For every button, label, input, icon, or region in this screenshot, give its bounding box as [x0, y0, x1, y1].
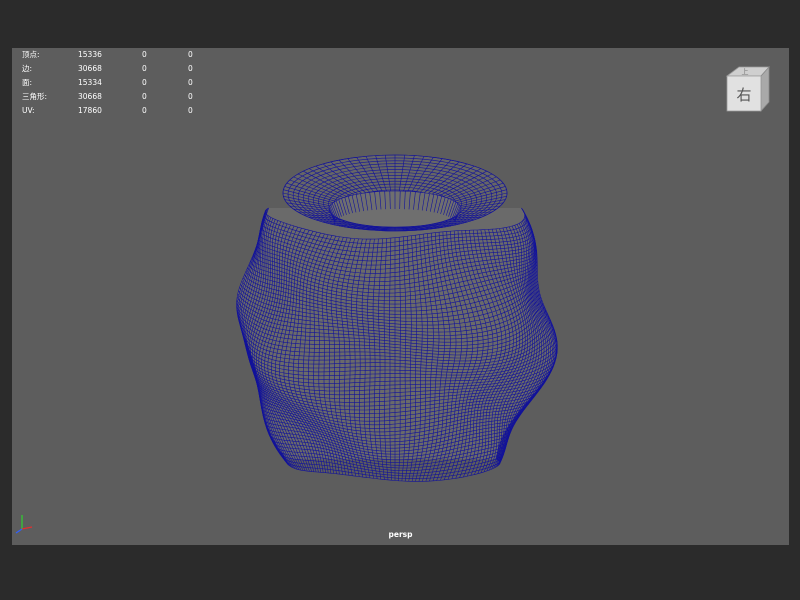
- hud-row-faces: 面: 15334 0 0: [22, 76, 212, 90]
- hud-value: 0: [188, 78, 193, 87]
- hud-label: 边:: [22, 64, 33, 73]
- wireframe-mesh-icon[interactable]: [12, 48, 789, 545]
- hud-row-vertices: 顶点: 15336 0 0: [22, 48, 212, 62]
- camera-name-label: persp: [388, 530, 413, 539]
- hud-value: 0: [142, 106, 147, 115]
- hud-value: 30668: [78, 92, 102, 101]
- hud-value: 0: [188, 106, 193, 115]
- hud-label: UV:: [22, 106, 35, 115]
- hud-value: 17860: [78, 106, 102, 115]
- hud-label: 三角形:: [22, 92, 48, 101]
- hud-value: 0: [142, 50, 147, 59]
- hud-row-triangles: 三角形: 30668 0 0: [22, 90, 212, 104]
- hud-value: 0: [142, 64, 147, 73]
- poly-count-hud: 顶点: 15336 0 0 边: 30668 0 0 面: 15334 0 0 …: [22, 48, 212, 118]
- hud-value: 0: [142, 78, 147, 87]
- hud-value: 0: [188, 92, 193, 101]
- view-cube-face-label: 右: [736, 86, 751, 104]
- 3d-viewport[interactable]: 顶点: 15336 0 0 边: 30668 0 0 面: 15334 0 0 …: [12, 48, 789, 545]
- hud-value: 15336: [78, 50, 102, 59]
- hud-value: 0: [188, 64, 193, 73]
- application-frame: 顶点: 15336 0 0 边: 30668 0 0 面: 15334 0 0 …: [0, 0, 800, 600]
- view-cube-icon[interactable]: 上 右: [723, 64, 773, 116]
- hud-row-edges: 边: 30668 0 0: [22, 62, 212, 76]
- hud-value: 0: [142, 92, 147, 101]
- mesh-rim-group: [282, 154, 508, 232]
- hud-value: 30668: [78, 64, 102, 73]
- hud-label: 面:: [22, 78, 33, 87]
- view-cube-top-label: 上: [742, 67, 749, 76]
- hud-value: 0: [188, 50, 193, 59]
- hud-row-uv: UV: 17860 0 0: [22, 104, 212, 118]
- hud-label: 顶点:: [22, 50, 40, 59]
- hud-value: 15334: [78, 78, 102, 87]
